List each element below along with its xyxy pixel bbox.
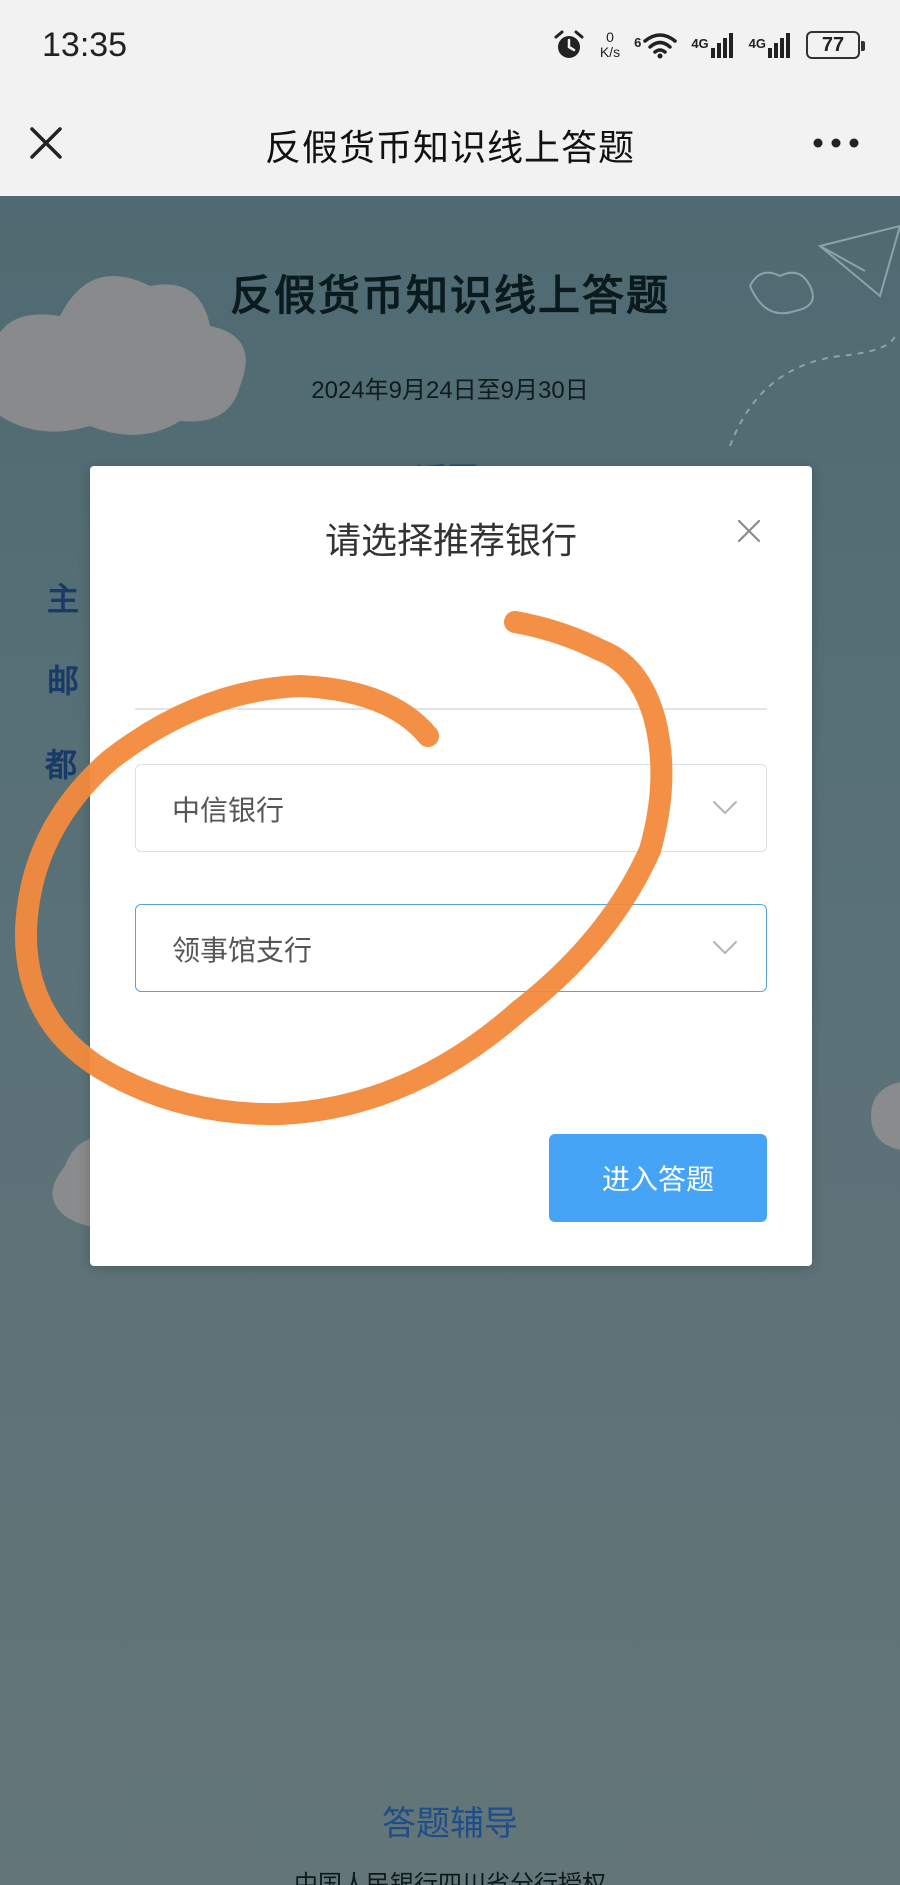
alarm-icon	[554, 30, 584, 58]
bank-select-dialog: 请选择推荐银行 中信银行 领事馆支行 进入答题	[90, 466, 812, 1266]
page-date: 2024年9月24日至9月30日	[311, 377, 589, 404]
signal-label-2: 4G	[748, 36, 766, 51]
info-row-1: 主	[47, 580, 80, 618]
signal-label-1: 4G	[691, 36, 709, 51]
cloud-decoration	[871, 1082, 900, 1150]
bank-select-value: 中信银行	[172, 794, 285, 827]
status-bar: 13:35 0 K/s 6 4G 4G 77	[0, 0, 900, 95]
chevron-down-icon	[713, 941, 737, 955]
battery-level: 77	[821, 33, 845, 56]
enter-quiz-button[interactable]: 进入答题	[549, 1134, 767, 1222]
chevron-down-icon	[713, 801, 737, 815]
more-icon[interactable]	[812, 133, 860, 153]
paper-plane-decoration	[729, 224, 900, 447]
net-speed-value: 0	[606, 29, 614, 45]
wifi-indicator: 6	[634, 31, 678, 59]
input-underline[interactable]	[135, 708, 767, 710]
close-icon[interactable]	[736, 518, 762, 544]
status-icons: 0 K/s 6 4G 4G 77	[552, 24, 865, 66]
signal-indicator-1: 4G	[691, 32, 734, 58]
branch-select[interactable]: 领事馆支行	[135, 904, 767, 992]
battery-icon: 77	[806, 31, 865, 59]
net-speed-unit: K/s	[599, 44, 621, 60]
wifi-icon	[643, 33, 678, 59]
dialog-title: 请选择推荐银行	[324, 521, 577, 562]
nav-title: 反假货币知识线上答题	[264, 128, 635, 169]
status-time: 13:35	[42, 26, 128, 64]
signal-bars-icon	[710, 33, 733, 58]
help-link[interactable]: 答题辅导	[0, 1796, 900, 1845]
net-speed: 0 K/s	[600, 30, 620, 60]
page-title: 反假货币知识线上答题	[229, 271, 670, 320]
branch-select-value: 领事馆支行	[172, 934, 313, 967]
bank-select[interactable]: 中信银行	[135, 764, 767, 852]
wifi-label: 6	[634, 35, 642, 50]
nav-bar: 反假货币知识线上答题	[0, 95, 900, 196]
info-row-3: 都	[45, 746, 78, 784]
page-footer: 中国人民银行四川省分行授权	[294, 1870, 606, 1885]
signal-bars-icon	[768, 33, 790, 58]
signal-indicator-2: 4G	[749, 32, 792, 58]
info-row-2: 邮	[47, 662, 80, 700]
